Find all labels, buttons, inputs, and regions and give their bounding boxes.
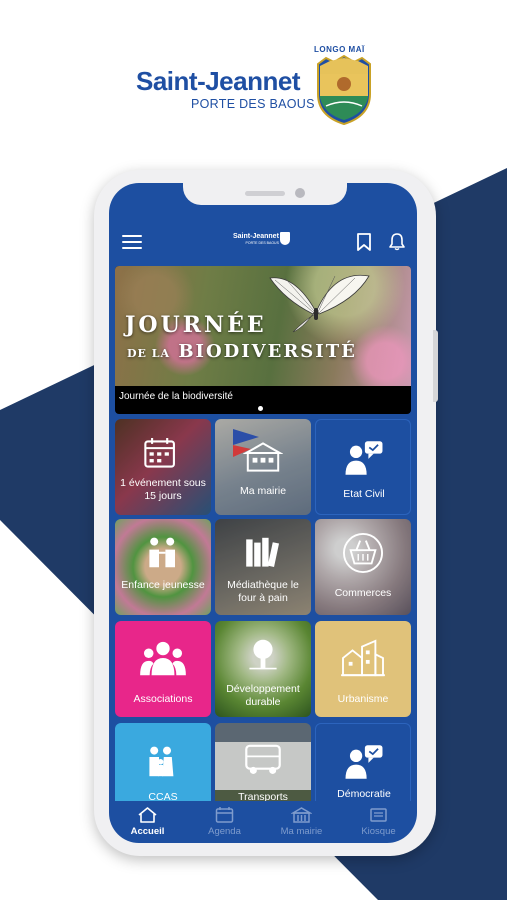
tile-commerces[interactable]: Commerces [315,519,411,615]
tile-developpement-durable[interactable]: Développement durable [215,621,311,717]
brand-tagline: PORTE DES BAOUS [191,97,315,111]
bottom-tab-bar: Accueil Agenda Ma mairie Kiosque [109,801,417,843]
header-logo-sub: PORTE DES BAOUS [245,241,279,245]
tile-transports[interactable]: Transports [215,723,311,801]
header-logo-name: Saint-Jeannet [233,233,279,240]
bell-icon[interactable] [388,232,406,251]
phone-camera [295,188,305,198]
tile-label: Médiathèque le four à pain [227,579,299,604]
tile-label: 1 événement sous 15 jours [120,477,206,502]
phone-speaker [245,191,285,196]
tile-enfance-jeunesse[interactable]: Enfance jeunesse [115,519,211,615]
tile-ccas[interactable]: CCAS [115,723,211,801]
tile-label: CCAS [148,791,178,801]
brand-name: Saint-Jeannet [136,66,301,96]
town-hall-icon [291,807,312,823]
tile-label: Urbanisme [337,693,389,705]
carousel-title-small: DE LA [127,347,171,360]
tile-label: Associations [133,693,193,705]
tile-democratie[interactable]: Démocratie [315,723,411,801]
tile-ma-mairie[interactable]: Ma mairie [215,419,311,515]
bookmark-icon[interactable] [356,233,372,251]
tile-label: Enfance jeunesse [121,579,205,591]
tile-label: Ma mairie [239,485,287,497]
tile-label: Commerces [334,587,392,599]
carousel-title-line2: DE LA BIODIVERSITÉ [127,341,357,362]
brand-motto: LONGO MAÏ [314,45,365,54]
tab-label: Agenda [208,826,241,837]
newspaper-icon [370,808,387,822]
coat-of-arms-icon [317,54,371,126]
tile-label: Développement durable [226,683,300,708]
tab-label: Ma mairie [280,826,323,837]
calendar-icon [215,807,234,823]
home-icon [138,807,157,823]
carousel-title-line1: JOURNÉE [125,312,267,338]
carousel-dot-indicator[interactable] [258,406,263,411]
tab-agenda[interactable]: Agenda [186,801,263,843]
home-content: JOURNÉE DE LA BIODIVERSITÉ Journée de la… [109,261,417,801]
header-logo: Saint-Jeannet PORTE DES BAOUS [233,233,279,245]
tile-agenda[interactable]: 1 événement sous 15 jours [115,419,211,515]
family-icon [149,746,174,777]
tab-kiosque[interactable]: Kiosque [340,801,417,843]
tab-label: Kiosque [361,826,396,837]
event-carousel[interactable]: JOURNÉE DE LA BIODIVERSITÉ Journée de la… [115,266,411,414]
butterfly-image [269,274,370,333]
tab-label: Accueil [130,826,165,837]
carousel-title-big: BIODIVERSITÉ [178,341,357,362]
menu-icon[interactable] [122,235,142,249]
brand-header: Saint-Jeannet PORTE DES BAOUS LONGO MAÏ [0,0,507,160]
group-icon [140,641,186,676]
town-hall-icon [243,442,283,472]
van-icon [245,744,281,774]
tab-accueil[interactable]: Accueil [109,801,186,843]
basket-icon [343,533,383,573]
tab-ma-mairie[interactable]: Ma mairie [263,801,340,843]
header-crest-icon [280,232,290,245]
books-icon [246,537,280,568]
person-chat-icon [345,441,383,475]
tile-etat-civil[interactable]: Etat Civil [315,419,411,515]
tile-label: Etat Civil [343,488,385,500]
children-icon [149,537,175,568]
phone-side-button [433,330,438,402]
carousel-caption: Journée de la biodiversité [119,391,233,402]
tile-associations[interactable]: Associations [115,621,211,717]
tile-urbanisme[interactable]: Urbanisme [315,621,411,717]
calendar-icon [144,438,175,468]
tile-mediatheque[interactable]: Médiathèque le four à pain [215,519,311,615]
tile-label: Démocratie [337,788,391,800]
buildings-icon [341,639,385,677]
tree-icon [249,639,277,670]
phone-screen: Saint-Jeannet PORTE DES BAOUS JOURNÉE DE… [109,183,417,843]
person-chat-icon [345,745,383,779]
tile-label: Transports [238,791,288,801]
